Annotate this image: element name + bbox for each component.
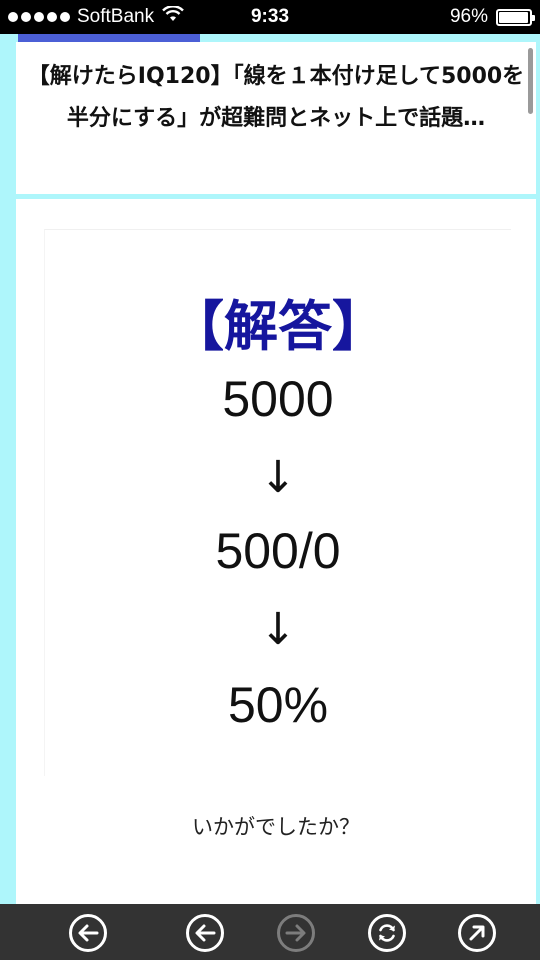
puzzle-line-result: 50% [227, 677, 329, 733]
down-arrow-2: ↓ [259, 604, 297, 655]
closing-text: いかがでしたか？ [192, 815, 360, 839]
answer-heading: 【解答】 [170, 295, 386, 358]
status-right: 96% [449, 6, 535, 28]
forward-button[interactable] [277, 914, 315, 952]
back-first-button[interactable] [69, 914, 107, 952]
arrow-left-circle-icon [78, 924, 99, 942]
title-card: 【解けたらIQ120】「線を１本付け足して5000を半分にする」が超難問とネット… [16, 42, 536, 194]
scroll-indicator [528, 48, 533, 114]
header-tab-indicator [18, 34, 200, 42]
back-button[interactable] [186, 914, 224, 952]
article-title[interactable]: 【解けたらIQ120】「線を１本付け足して5000を半分にする」が超難問とネット… [16, 42, 536, 140]
reload-button[interactable] [368, 914, 406, 952]
arrow-up-right-icon [469, 925, 485, 941]
battery-percent: 96% [449, 6, 488, 27]
status-bar: SoftBank 9:33 96% [0, 0, 540, 34]
puzzle-line-original: 5000 [222, 371, 334, 427]
arrow-right-circle-icon [285, 924, 306, 942]
open-external-button[interactable] [458, 914, 496, 952]
battery-icon [496, 8, 535, 26]
down-arrow-1: ↓ [259, 452, 297, 503]
arrow-left-circle-icon [195, 924, 216, 942]
answer-image: 【解答】 5000 ↓ 500/0 ↓ 50% [44, 229, 511, 776]
article-card: 【解答】 5000 ↓ 500/0 ↓ 50% いかがでしたか？ [16, 199, 536, 904]
puzzle-line-modified: 500/0 [215, 523, 341, 579]
refresh-icon [379, 924, 395, 942]
bottom-toolbar [0, 904, 540, 960]
